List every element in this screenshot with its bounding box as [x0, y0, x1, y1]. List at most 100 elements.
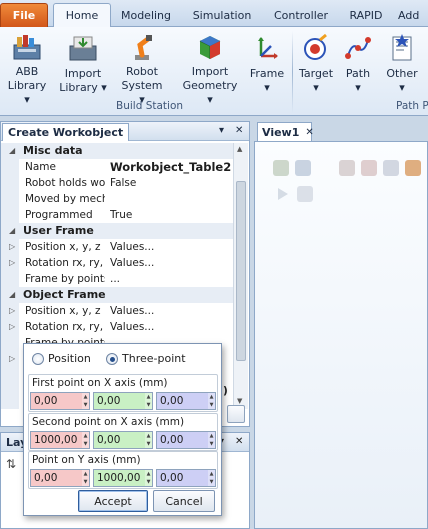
tab-simulation[interactable]: Simulation [186, 3, 258, 27]
view-tool-icon[interactable] [273, 160, 289, 176]
first-point-y-field[interactable]: 0,00 ▲ ▼ [93, 392, 153, 410]
spinner-icon[interactable]: ▲ ▼ [82, 393, 89, 409]
spinner-icon[interactable]: ▲ ▼ [145, 393, 152, 409]
expand-icon[interactable]: ▷ [9, 303, 15, 319]
property-row-uf-frame-by-points[interactable]: Frame by points ... [1, 271, 233, 287]
scroll-up-icon[interactable]: ▲ [237, 145, 242, 153]
scroll-down-icon[interactable]: ▼ [237, 397, 242, 405]
other-button[interactable]: Other ▾ [382, 31, 422, 97]
property-row-robot-holds[interactable]: Robot holds workobject False [1, 175, 233, 191]
expand-icon[interactable]: ▷ [9, 255, 15, 271]
expand-icon[interactable]: ▷ [9, 319, 15, 335]
point-y-y-field[interactable]: 1000,00 ▲ ▼ [93, 469, 153, 487]
spinner-icon[interactable]: ▲ ▼ [145, 470, 152, 486]
panel-close-icon[interactable]: ✕ [235, 125, 243, 136]
property-row-name[interactable]: Name Workobject_Table2 [1, 159, 233, 175]
sort-icon[interactable]: ⇅ [6, 457, 16, 471]
tab-add-ins[interactable]: Add [398, 3, 428, 27]
property-row-programmed[interactable]: Programmed True [1, 207, 233, 223]
tab-rapid[interactable]: RAPID [344, 3, 388, 27]
property-row-uf-position[interactable]: ▷ Position x, y, z Values... [1, 239, 233, 255]
property-value[interactable]: Values... [110, 303, 233, 319]
target-button[interactable]: Target ▾ [297, 31, 335, 97]
path-button[interactable]: Path ▾ [340, 31, 376, 97]
property-value[interactable]: False [110, 175, 233, 191]
collapse-icon[interactable]: ◢ [9, 287, 15, 303]
category-user-frame[interactable]: ◢ User Frame [1, 223, 233, 239]
category-object-frame[interactable]: ◢ Object Frame [1, 287, 233, 303]
robot-system-button[interactable]: Robot System ▾ [118, 31, 166, 106]
spinner-icon[interactable]: ▲ ▼ [208, 470, 215, 486]
radio-button-three-point[interactable] [106, 352, 118, 365]
import-library-button[interactable]: Import Library ▾ [58, 31, 108, 97]
collapse-icon[interactable]: ◢ [9, 143, 15, 159]
import-library-label-1: Import [64, 67, 102, 80]
import-geometry-button[interactable]: Import Geometry ▾ [179, 31, 241, 106]
view-tool-icon[interactable] [383, 160, 399, 176]
property-grid-scrollbar[interactable]: ▲ ▼ [233, 143, 248, 409]
first-point-x-field[interactable]: 0,00 ▲ ▼ [30, 392, 90, 410]
tab-modeling[interactable]: Modeling [116, 3, 176, 27]
tab-view1[interactable]: View1 ✕ [257, 122, 314, 141]
path-icon [341, 31, 375, 65]
frame-button[interactable]: Frame ▾ [248, 31, 286, 97]
cancel-button[interactable]: Cancel [153, 490, 215, 512]
expand-icon[interactable]: ▷ [9, 239, 15, 255]
second-point-z-field[interactable]: 0,00 ▲ ▼ [156, 431, 216, 449]
category-misc[interactable]: ◢ Misc data [1, 143, 233, 159]
property-row-of-position[interactable]: ▷ Position x, y, z Values... [1, 303, 233, 319]
point-y-z-field[interactable]: 0,00 ▲ ▼ [156, 469, 216, 487]
radio-position[interactable]: Position [32, 352, 91, 365]
expand-icon[interactable]: ▷ [9, 351, 15, 367]
view-tool-icon[interactable] [405, 160, 421, 176]
property-value[interactable]: Values... [110, 255, 233, 271]
tab-file[interactable]: File [0, 3, 48, 27]
spinner-icon[interactable]: ▲ ▼ [82, 470, 89, 486]
spinner-icon[interactable]: ▲ ▼ [208, 393, 215, 409]
property-key: Rotation rx, ry, rz [25, 257, 105, 269]
property-key: Programmed [25, 209, 93, 221]
first-point-z-field[interactable]: 0,00 ▲ ▼ [156, 392, 216, 410]
radio-button-position[interactable] [32, 352, 44, 365]
accept-button[interactable]: Accept [78, 490, 148, 512]
scrollbar-thumb[interactable] [236, 181, 246, 361]
property-key: Robot holds workobject [25, 177, 105, 189]
panel-partial-button[interactable] [227, 405, 245, 423]
property-value-fragment: ) [223, 385, 228, 397]
spinner-icon[interactable]: ▲ ▼ [208, 432, 215, 448]
other-icon [385, 31, 419, 65]
second-point-y-field[interactable]: 0,00 ▲ ▼ [93, 431, 153, 449]
property-row-of-rotation[interactable]: ▷ Rotation rx, ry, rz Values... [1, 319, 233, 335]
property-value[interactable]: Values... [110, 239, 233, 255]
workobject-name-value[interactable]: Workobject_Table2 [110, 159, 233, 175]
stop-icon[interactable] [297, 186, 313, 202]
tab-home[interactable]: Home [53, 3, 111, 28]
view-tab-close-icon[interactable]: ✕ [305, 127, 313, 138]
view-tool-icon[interactable] [295, 160, 311, 176]
panel-menu-icon[interactable]: ▾ [219, 125, 224, 136]
tab-controller[interactable]: Controller [266, 3, 336, 27]
property-value[interactable]: True [110, 207, 233, 223]
view-tool-icon[interactable] [361, 160, 377, 176]
abb-library-label-2: Library ▾ [7, 79, 47, 106]
property-key: Position x, y, z [25, 305, 101, 317]
spinner-icon[interactable]: ▲ ▼ [82, 432, 89, 448]
point-y-x-field[interactable]: 0,00 ▲ ▼ [30, 469, 90, 487]
field-value: 1000,00 [34, 434, 78, 446]
property-value[interactable]: ... [110, 271, 233, 287]
abb-library-button[interactable]: ABB Library ▾ [4, 31, 50, 106]
import-library-icon [66, 31, 100, 65]
play-icon[interactable] [275, 186, 291, 202]
property-row-uf-rotation[interactable]: ▷ Rotation rx, ry, rz Values... [1, 255, 233, 271]
spinner-icon[interactable]: ▲ ▼ [145, 432, 152, 448]
3d-viewport[interactable] [254, 141, 428, 529]
second-point-x-field[interactable]: 1000,00 ▲ ▼ [30, 431, 90, 449]
view-tool-icon[interactable] [339, 160, 355, 176]
layout-panel-close-icon[interactable]: ✕ [235, 436, 243, 447]
property-row-moved-by[interactable]: Moved by mechanical unit [1, 191, 233, 207]
other-label-2: ▾ [399, 81, 405, 94]
field-value: 0,00 [34, 472, 58, 484]
property-value[interactable]: Values... [110, 319, 233, 335]
collapse-icon[interactable]: ◢ [9, 223, 15, 239]
radio-three-point[interactable]: Three-point [106, 352, 186, 365]
